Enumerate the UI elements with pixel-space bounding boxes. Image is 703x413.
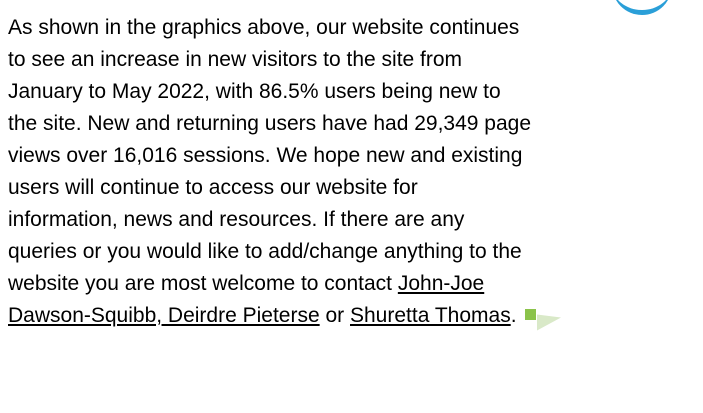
paragraph-line-6: users will continue to access our websit… (8, 176, 418, 199)
paragraph-line-1: As shown in the graphics above, our webs… (8, 16, 520, 39)
connector-or: or (319, 304, 350, 327)
document-page: As shown in the graphics above, our webs… (0, 0, 703, 413)
final-period: . (510, 304, 517, 327)
paragraph-line-3: January to May 2022, with 86.5% users be… (8, 80, 501, 103)
contact-link-john-joe-deirdre[interactable]: Dawson-Squibb, Deirdre Pieterse (8, 304, 320, 327)
green-square-icon (524, 309, 536, 320)
contact-link-shuretta-thomas[interactable]: Shuretta Thomas (350, 304, 511, 327)
paragraph-line-8: queries or you would like to add/change … (8, 240, 522, 263)
contact-link-john-joe-part1[interactable]: John-Joe (398, 272, 484, 295)
paragraph-line-9: website you are most welcome to contact … (8, 268, 698, 300)
paragraph-line-4: the site. New and returning users have h… (8, 112, 532, 135)
paragraph-line-10: Dawson-Squibb, Deirdre Pieterse or Shure… (8, 300, 698, 332)
arrow-tail-icon (536, 309, 561, 331)
paragraph-line-5: views over 16,016 sessions. We hope new … (8, 144, 523, 167)
paragraph-line-7: information, news and resources. If ther… (8, 208, 465, 231)
website-stats-paragraph: As shown in the graphics above, our webs… (8, 0, 698, 332)
end-of-article-mark-icon (523, 306, 563, 331)
paragraph-line-9-text: website you are most welcome to contact (8, 272, 398, 295)
paragraph-line-2: to see an increase in new visitors to th… (8, 48, 463, 71)
